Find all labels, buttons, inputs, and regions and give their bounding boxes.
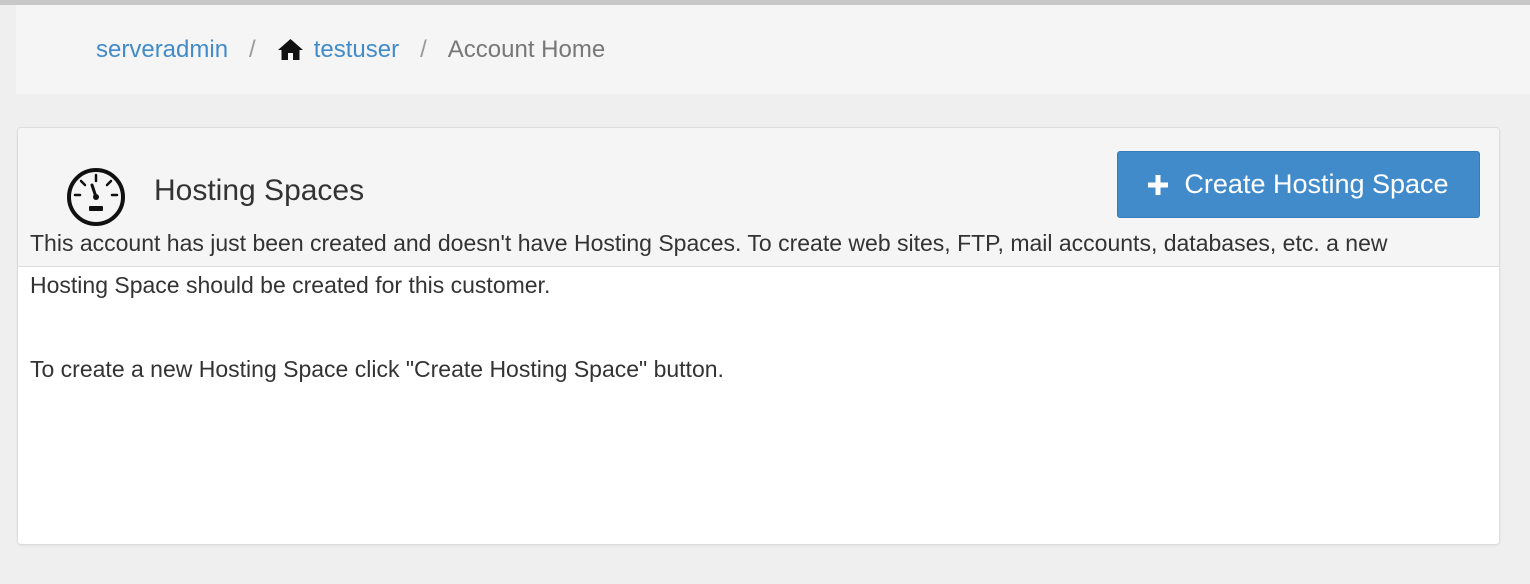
panel-body: This account has just been created and d…	[30, 222, 1460, 390]
panel-title: Hosting Spaces	[154, 174, 365, 207]
breadcrumb-current-page: Account Home	[447, 35, 606, 63]
gauge-icon	[67, 168, 125, 226]
breadcrumb: serveradmin / testuser / Account Home	[16, 5, 1530, 94]
breadcrumb-serveradmin-link[interactable]: serveradmin	[96, 36, 228, 64]
create-hosting-space-label: Create Hosting Space	[1184, 169, 1449, 199]
breadcrumb-testuser-link[interactable]: testuser	[314, 36, 399, 64]
create-hosting-space-button[interactable]: Create Hosting Space	[1117, 151, 1480, 218]
breadcrumb-separator: /	[420, 35, 427, 63]
breadcrumb-testuser[interactable]: testuser	[277, 36, 399, 64]
home-icon	[277, 39, 303, 60]
create-instruction-message: To create a new Hosting Space click "Cre…	[30, 356, 724, 382]
plus-icon	[1148, 174, 1169, 195]
breadcrumb-separator: /	[249, 35, 256, 63]
no-hosting-spaces-message: This account has just been created and d…	[30, 230, 1388, 298]
